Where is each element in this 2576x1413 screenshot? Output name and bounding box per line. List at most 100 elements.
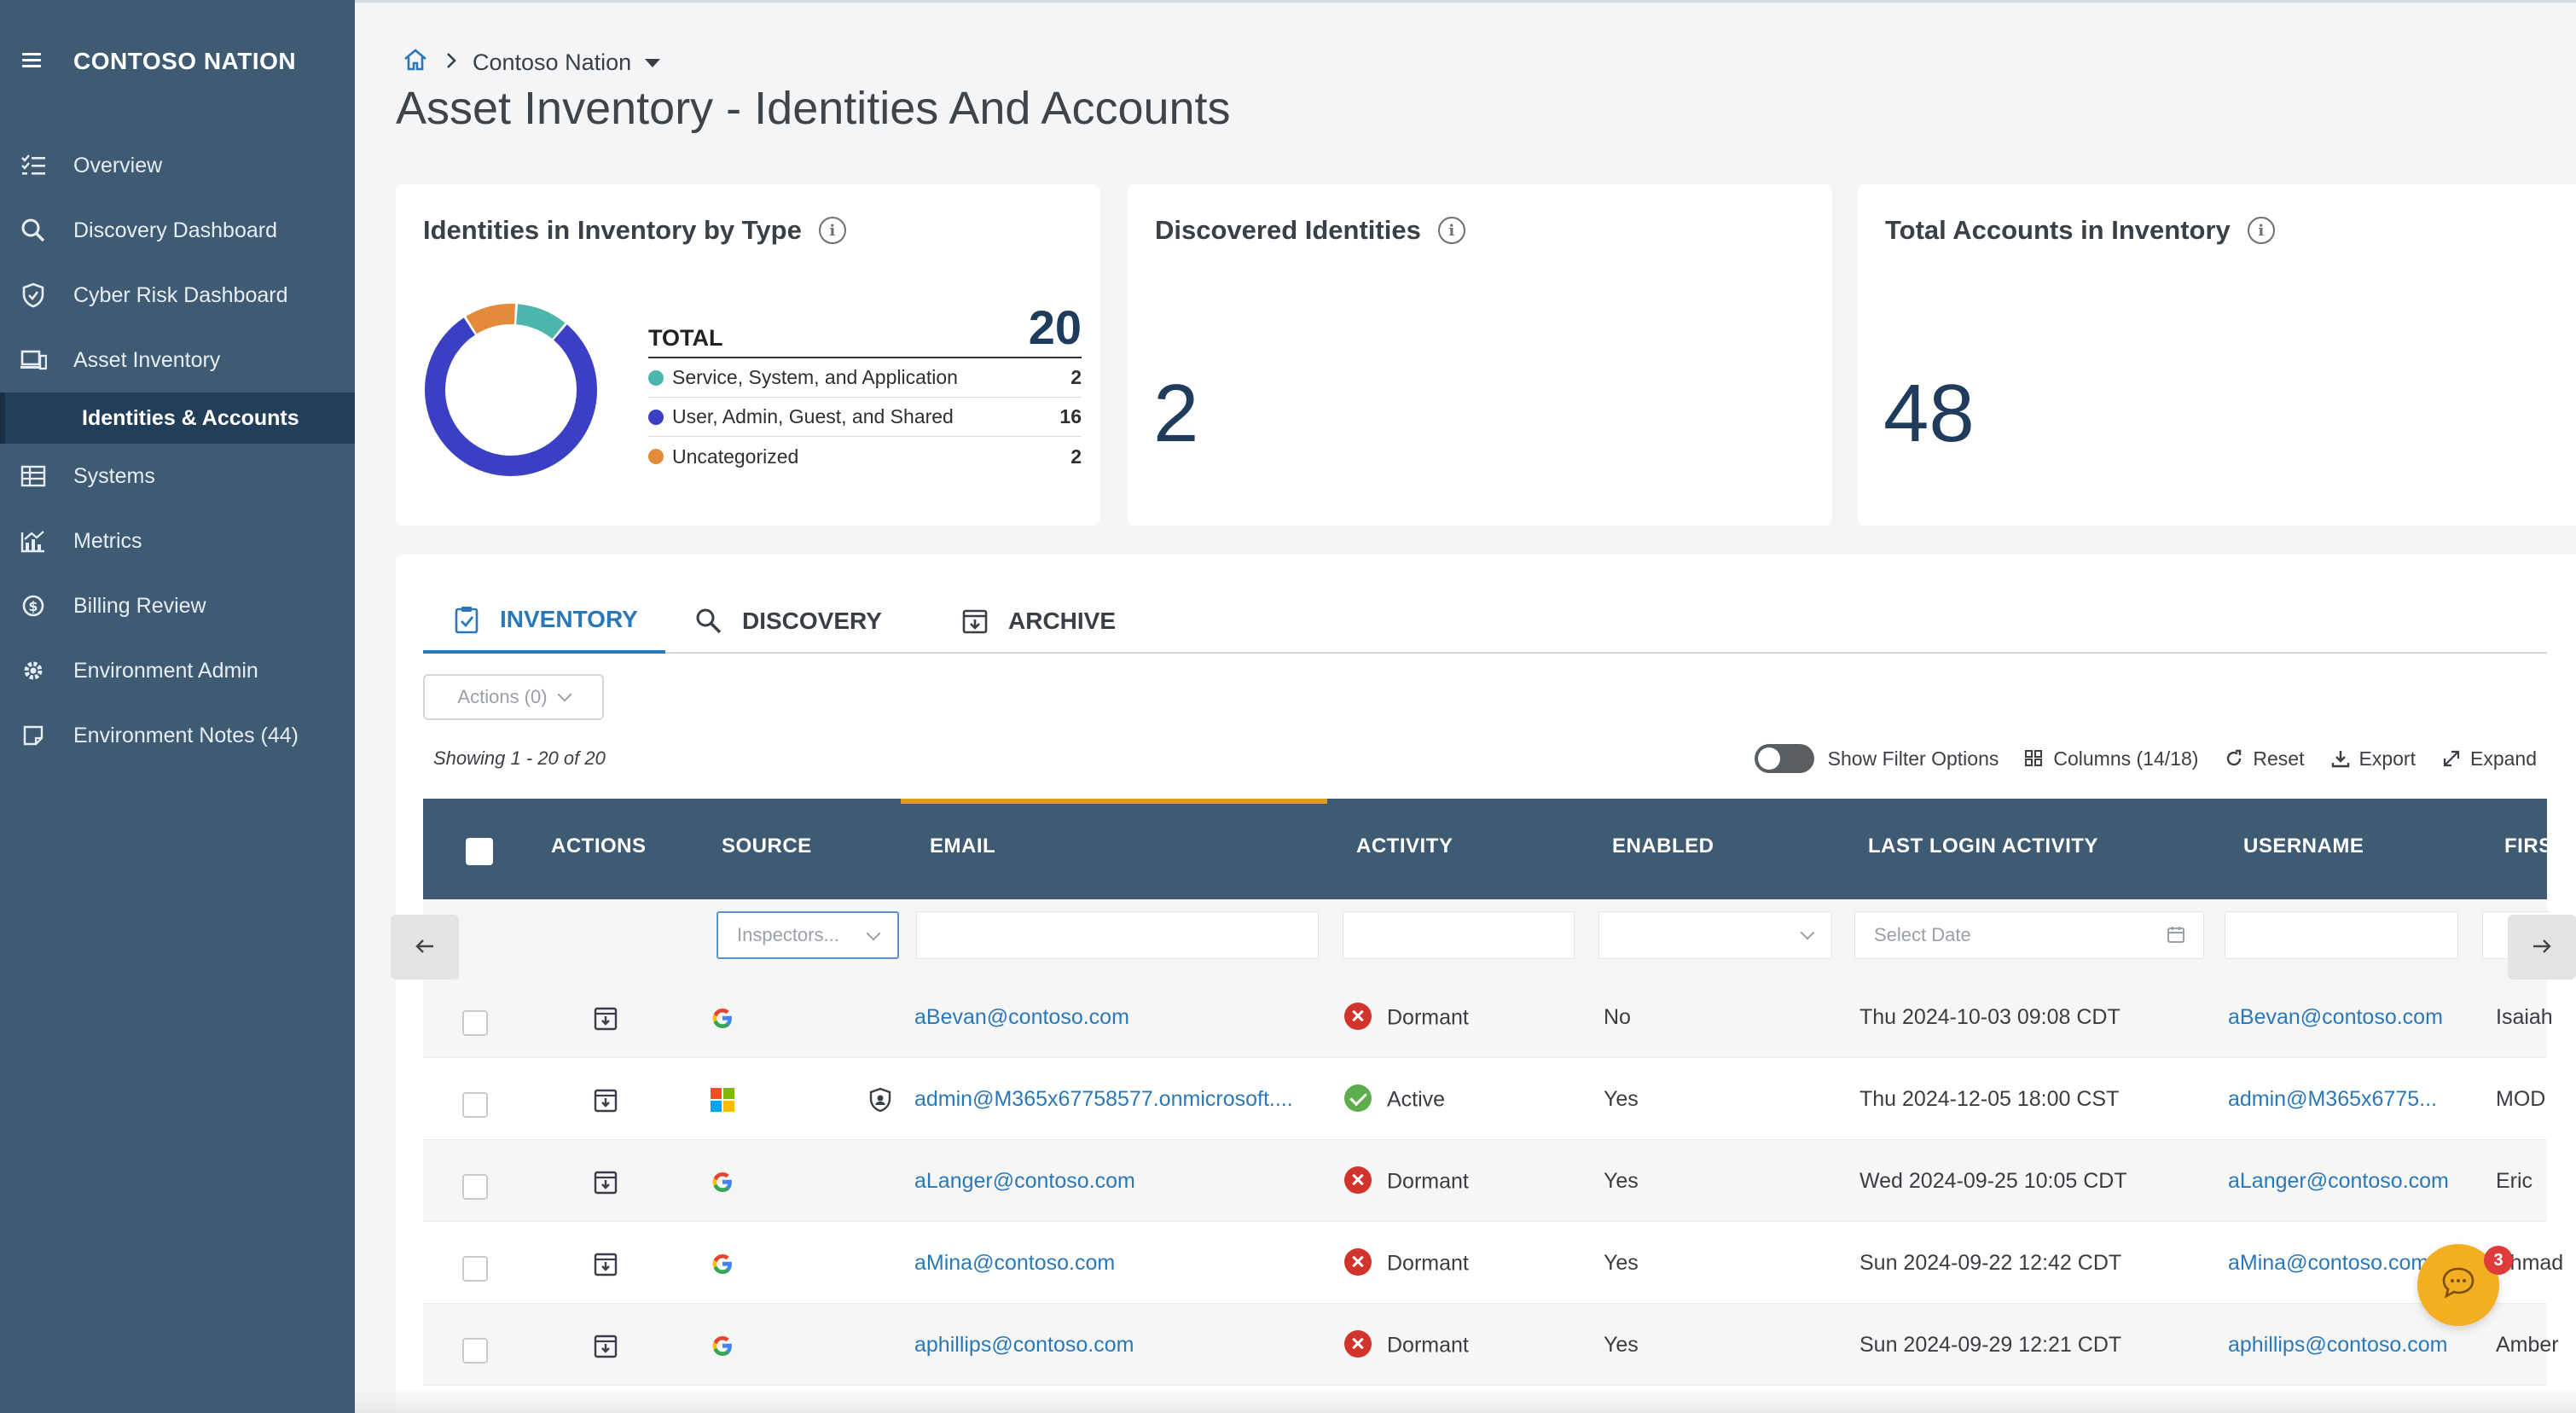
card-title: Total Accounts in Inventory i [1885, 215, 2275, 246]
svg-text:$: $ [28, 598, 38, 614]
toggle-switch[interactable] [1754, 744, 1814, 773]
username-filter[interactable] [2225, 911, 2458, 959]
username-link[interactable]: aMina@contoso.com [2228, 1251, 2428, 1276]
tab-archive[interactable]: ARCHIVE [960, 589, 1116, 654]
reset-button[interactable]: Reset [2224, 747, 2305, 770]
column-header-last-login[interactable]: LAST LOGIN ACTIVITY [1868, 834, 2098, 858]
username-link[interactable]: aLanger@contoso.com [2228, 1169, 2449, 1194]
filter-row: Inspectors... Select Date [423, 899, 2550, 976]
breadcrumb-environment[interactable]: Contoso Nation [473, 49, 631, 76]
sidebar-item-cyber-risk-dashboard[interactable]: Cyber Risk Dashboard [0, 263, 355, 328]
row-checkbox[interactable] [462, 1256, 488, 1282]
column-header-enabled[interactable]: ENABLED [1612, 834, 1714, 858]
tab-label: DISCOVERY [742, 608, 882, 634]
row-checkbox[interactable] [462, 1010, 488, 1036]
scroll-right-button[interactable] [2508, 915, 2576, 980]
microsoft-icon [710, 1087, 735, 1113]
tab-inventory[interactable]: INVENTORY [423, 589, 665, 654]
expand-button[interactable]: Expand [2441, 747, 2537, 770]
shield-check-icon [19, 281, 48, 310]
legend-total-label: TOTAL [648, 325, 723, 351]
archive-icon[interactable] [592, 1005, 619, 1032]
table-row: aMina@contoso.com Dormant Yes Sun 2024-0… [423, 1222, 2563, 1304]
sidebar-item-asset-inventory[interactable]: Asset Inventory [0, 328, 355, 392]
devices-icon [19, 346, 48, 375]
sidebar-item-metrics[interactable]: Metrics [0, 509, 355, 573]
menu-icon[interactable] [22, 53, 48, 70]
row-checkbox[interactable] [462, 1092, 488, 1118]
actions-dropdown[interactable]: Actions (0) [423, 674, 604, 720]
sidebar-item-label: Identities & Accounts [82, 405, 299, 430]
email-link[interactable]: aphillips@contoso.com [914, 1333, 1134, 1358]
first-name-value: Eric [2496, 1169, 2533, 1193]
legend-value: 2 [1070, 445, 1082, 468]
archive-icon[interactable] [592, 1087, 619, 1114]
column-header-actions[interactable]: ACTIONS [551, 834, 647, 858]
username-link[interactable]: admin@M365x6775... [2228, 1087, 2437, 1112]
identities-table: ACTIONS SOURCE EMAIL ACTIVITY ENABLED LA… [423, 799, 2563, 1386]
activity-text: Active [1387, 1087, 1446, 1112]
archive-icon[interactable] [592, 1169, 619, 1196]
archive-icon [960, 607, 989, 636]
arrow-left-icon [415, 933, 435, 962]
sidebar-item-environment-admin[interactable]: Environment Admin [0, 638, 355, 703]
tab-discovery[interactable]: DISCOVERY [694, 589, 882, 654]
column-header-first-name[interactable]: FIRS [2504, 834, 2553, 858]
sidebar-item-label: Metrics [73, 528, 142, 553]
email-link[interactable]: aLanger@contoso.com [914, 1169, 1135, 1194]
card-title-text: Identities in Inventory by Type [423, 215, 802, 245]
card-title: Discovered Identities i [1155, 215, 1465, 246]
activity-filter[interactable] [1343, 911, 1575, 959]
row-checkbox[interactable] [462, 1174, 488, 1200]
column-header-email[interactable]: EMAIL [930, 834, 995, 858]
archive-icon[interactable] [592, 1251, 619, 1278]
card-title: Identities in Inventory by Type i [423, 215, 846, 246]
sidebar-item-identities-accounts[interactable]: Identities & Accounts [0, 392, 355, 444]
table-toolbar: Show Filter Options Columns (14/18) Rese… [1729, 744, 2537, 773]
last-login-filter[interactable]: Select Date [1854, 911, 2204, 959]
donut-slice-2[interactable] [466, 304, 516, 334]
identities-by-type-card: Identities in Inventory by Type i TOTAL … [396, 184, 1100, 526]
search-icon [694, 607, 723, 636]
column-header-source[interactable]: SOURCE [722, 834, 812, 858]
sidebar-item-systems[interactable]: Systems [0, 444, 355, 509]
email-link[interactable]: aMina@contoso.com [914, 1251, 1115, 1276]
source-filter[interactable]: Inspectors... [717, 911, 899, 959]
legend-row-service: Service, System, and Application 2 [648, 358, 1082, 398]
sidebar-item-environment-notes[interactable]: Environment Notes (44) [0, 703, 355, 768]
google-icon [710, 1169, 735, 1195]
donut-slice-0[interactable] [515, 304, 566, 340]
home-icon[interactable] [403, 48, 428, 78]
info-icon[interactable]: i [2247, 217, 2275, 244]
email-link[interactable]: aBevan@contoso.com [914, 1005, 1129, 1030]
arrow-right-icon [2532, 933, 2552, 962]
columns-button[interactable]: Columns (14/18) [2024, 747, 2198, 770]
archive-icon[interactable] [592, 1333, 619, 1360]
username-link[interactable]: aphillips@contoso.com [2228, 1333, 2447, 1358]
column-header-activity[interactable]: ACTIVITY [1356, 834, 1453, 858]
scroll-left-button[interactable] [391, 915, 459, 980]
sidebar-item-billing-review[interactable]: $ Billing Review [0, 573, 355, 638]
select-all-checkbox[interactable] [466, 838, 493, 865]
sidebar-item-label: Discovery Dashboard [73, 218, 277, 242]
x-circle-icon [1344, 1166, 1372, 1194]
enabled-filter[interactable] [1598, 911, 1832, 959]
column-header-username[interactable]: USERNAME [2243, 834, 2364, 858]
showing-count: Showing 1 - 20 of 20 [433, 747, 606, 769]
sidebar-item-discovery-dashboard[interactable]: Discovery Dashboard [0, 198, 355, 263]
breadcrumb: Contoso Nation [403, 48, 661, 78]
export-button[interactable]: Export [2330, 747, 2416, 770]
show-filter-toggle[interactable]: Show Filter Options [1754, 744, 1999, 773]
email-filter[interactable] [916, 911, 1319, 959]
info-icon[interactable]: i [818, 217, 846, 244]
source-filter-value: Inspectors... [737, 924, 839, 945]
caret-down-icon[interactable] [645, 58, 661, 67]
donut-slice-1[interactable] [425, 317, 597, 476]
username-link[interactable]: aBevan@contoso.com [2228, 1005, 2443, 1030]
legend-dot [648, 409, 664, 425]
row-checkbox[interactable] [462, 1338, 488, 1364]
sidebar-item-overview[interactable]: Overview [0, 133, 355, 198]
page-title: Asset Inventory - Identities And Account… [396, 83, 1231, 134]
info-icon[interactable]: i [1437, 217, 1465, 244]
email-link[interactable]: admin@M365x67758577.onmicrosoft.... [914, 1087, 1293, 1112]
